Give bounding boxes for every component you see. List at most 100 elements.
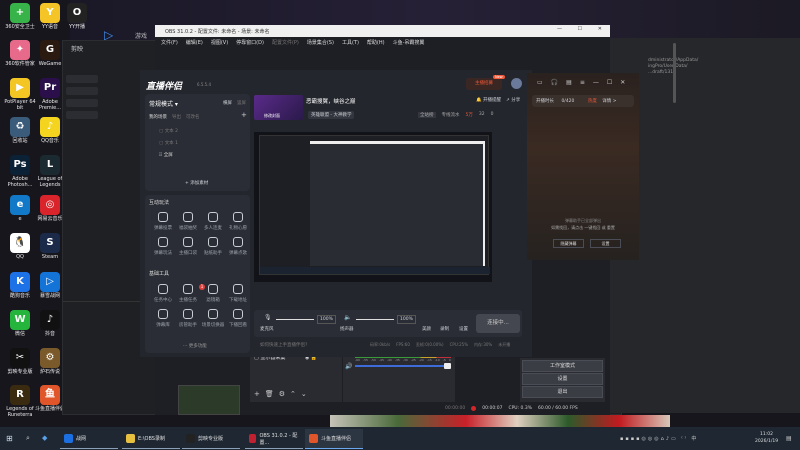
desktop-icon[interactable]: O YY开播 [59,3,95,30]
speaker-icon[interactable]: 🔊 [345,363,352,370]
rank-badge[interactable]: 全站榜 [418,112,436,118]
meter-tick: -10 [434,358,440,362]
portrait-link[interactable]: 竖屏 [237,100,246,106]
obs-menu-item[interactable]: 停靠窗口(D) [236,39,264,46]
tab-rename[interactable]: 可改名 [186,114,200,120]
exit-button[interactable]: 退出 [522,386,603,398]
volume-slider[interactable] [355,363,451,369]
taskbar-label: 剪映专业版 [198,436,224,442]
add-icon[interactable]: + [254,390,265,398]
chat-icon[interactable]: ▭ [537,79,543,86]
app-icon: S [40,233,60,253]
right-scrollbar[interactable] [673,43,676,103]
category-tag[interactable]: 英雄联盟 - 大神教学 [308,111,355,119]
taskbar-item[interactable]: 斗鱼直播伴侣 [305,429,363,449]
clock[interactable]: 11:02 2026/1/19 [755,431,778,445]
trash-icon[interactable]: 🗑 [265,390,279,398]
landscape-link[interactable]: 横屏 [223,100,232,106]
taskbar-item[interactable]: E:\OBS录制 [122,429,180,449]
record-indicator-icon [471,405,477,411]
tool-interactive-item[interactable]: 弹幕点歌 [222,237,254,256]
minimize-icon[interactable]: — [593,79,599,86]
obs-menu-item[interactable]: 工具(T) [342,39,359,46]
studio-mode-button[interactable]: 工作室模式 [522,360,603,372]
meter-tick: -40 [386,358,392,362]
tool-icon [158,309,168,319]
mic-volume[interactable]: 100% [317,315,336,324]
tool-label: 下载地址 [229,298,247,303]
detail-link[interactable]: 详情 > [602,99,616,104]
menu-icon[interactable]: ≡ [580,79,585,86]
avatar[interactable] [511,78,522,89]
scene-item[interactable]: ⠿ 全屏 [159,152,173,158]
notification-icon[interactable]: ▤ [786,435,792,442]
maximize-icon[interactable]: ☐ [607,79,612,86]
tab-export[interactable]: 导出 [172,114,181,120]
record-button[interactable]: 录制 [440,326,449,332]
tab-my-scenes[interactable]: 我的场景 [149,114,167,120]
obs-menu-item[interactable]: 视图(V) [211,39,228,46]
app-icon: Pr [40,78,60,98]
speaker-icon[interactable]: 🔈 [344,314,351,321]
fans-value: 5万 [465,113,473,118]
obs-menu-item[interactable]: 帮助(H) [367,39,385,46]
obs-menu-item[interactable]: 配置文件(P) [272,39,299,46]
taskbar-label: E:\OBS录制 [138,436,165,442]
notify-button[interactable]: 🔔 开播提醒 [476,97,501,103]
headset-icon[interactable]: 🎧 [551,79,558,86]
start-icon[interactable]: ⊞ [6,434,13,443]
speaker-slider[interactable] [356,319,394,320]
tool-tools-item[interactable]: 下播回看 [222,309,254,328]
beauty-button[interactable]: 美颜 [422,326,431,332]
obs-menu-item[interactable]: 文件(F) [161,39,178,46]
add-material-button[interactable]: + 添加素材 [185,180,208,186]
scene-item[interactable]: ▢ 文本 2 [159,128,178,134]
minimize-icon[interactable]: — [557,26,562,32]
audio-mixer: -60 -55 -50 -45 -40 -35 -30 -25 -20 -15 -10 -5 0 🔊 [343,352,455,402]
scene-label: 全屏 [163,153,173,158]
mode-dropdown[interactable]: 常规模式 ▾ [149,99,178,108]
tool-tools-item[interactable]: 下载地址 [222,284,254,303]
close-icon[interactable]: ✕ [620,79,625,86]
scene-item[interactable]: ▢ 文本 1 [159,140,178,146]
widgets-icon[interactable]: ◆ [42,434,47,442]
settings-button[interactable]: 设置 [459,326,468,332]
share-button[interactable]: ↗ 分享 [506,97,520,103]
book-icon[interactable]: ▤ [566,79,572,86]
maximize-icon[interactable]: ☐ [578,26,582,32]
game-tab[interactable]: 游戏 [135,31,147,40]
danmaku-settings-button[interactable]: 设置 [590,239,621,248]
app-icon: 鱼 [40,385,60,405]
obs-menu-item[interactable]: 场景集合(S) [307,39,334,46]
app-icon: 🐧 [10,233,30,253]
recruit-button[interactable]: 主播招募 [466,78,502,90]
settings-button[interactable]: 设置 [522,373,603,385]
tool-label: 任务中心 [154,298,172,303]
room-title[interactable]: 恶霸搜翼，峡谷之巅 [306,97,356,105]
close-icon[interactable]: ✕ [598,26,602,32]
up-icon[interactable]: ⌃ [290,390,301,398]
mic-icon[interactable]: 🎙 [264,314,272,321]
app-icon: ⚙ [40,348,60,368]
taskbar-item[interactable]: 剪映专业版 [182,429,240,449]
go-live-button[interactable]: 连接中... [476,314,520,333]
danmaku-panel: ▭ 🎧 ▤ ≡ — ☐ ✕ 开播时长 0/420 热度 详情 > 弹幕助手已全部弹出 如需找… [527,73,639,260]
gear-icon[interactable]: ⚙ [279,390,290,398]
add-scene-icon[interactable]: + [241,111,247,119]
mic-slider[interactable] [276,319,314,320]
stat-item: 未开播 [498,342,511,347]
search-icon[interactable]: ⌕ [26,434,30,443]
taskbar-item[interactable]: OBS 31.0.2 - 配置... [245,429,303,449]
down-icon[interactable]: ⌄ [301,390,312,398]
more-functions-link[interactable]: ··· 更多功能 [183,343,207,349]
speaker-volume[interactable]: 100% [397,315,416,324]
obs-menu-item[interactable]: 斗鱼-吊霸搜翼 [393,39,425,46]
meter-tick: -15 [426,358,432,362]
obs-menu-item[interactable]: 编辑(E) [186,39,203,46]
meter-tick: -35 [394,358,400,362]
hide-danmaku-button[interactable]: 隐藏弹幕 [553,239,584,248]
stream-cover[interactable]: 修改封面 [254,95,303,120]
tool-interactive-item[interactable]: 礼物心愿 [222,212,254,231]
help-tip[interactable]: 如何快速上手直播伴侣? [260,342,307,348]
taskbar-item[interactable]: 战网 [60,429,118,449]
